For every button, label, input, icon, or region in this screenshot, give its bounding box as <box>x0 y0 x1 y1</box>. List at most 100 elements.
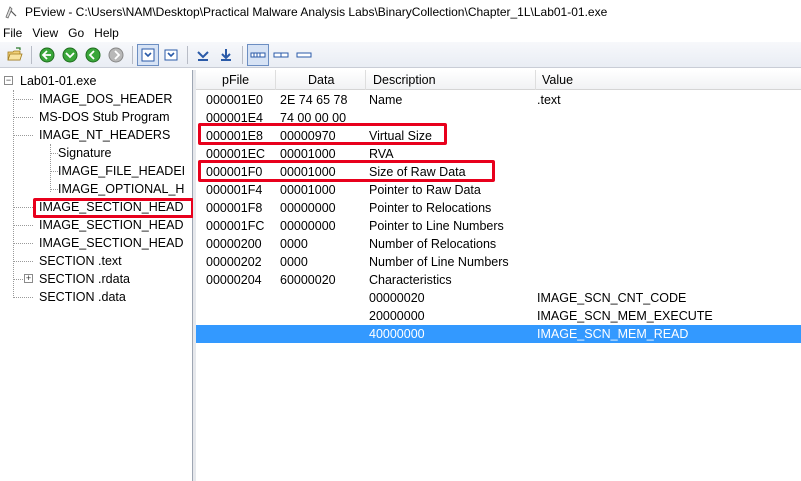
nav-next-icon[interactable] <box>215 44 237 66</box>
stop-icon[interactable] <box>105 44 127 66</box>
tree-connector <box>13 297 33 298</box>
cell-data: 00000000 <box>280 219 336 233</box>
menu-go[interactable]: Go <box>63 26 89 40</box>
cell-description: Number of Relocations <box>369 237 497 251</box>
toolbar-separator <box>31 45 32 64</box>
cell-description: Pointer to Relocations <box>369 201 492 215</box>
cell-data: 00001000 <box>280 183 336 197</box>
tree-item-dos-header[interactable]: IMAGE_DOS_HEADER <box>39 90 172 108</box>
column-header-value[interactable]: Value <box>536 70 801 90</box>
view-dwords-icon[interactable] <box>293 44 315 66</box>
cell-value: IMAGE_SCN_MEM_EXECUTE <box>537 309 713 323</box>
peview-app-icon <box>3 4 19 20</box>
cell-pfile: 00000200 <box>206 237 262 251</box>
cell-value: .text <box>537 93 561 107</box>
cell-description: Pointer to Line Numbers <box>369 219 504 233</box>
cell-description: Characteristics <box>369 273 452 287</box>
cell-description: 20000000 <box>369 309 425 323</box>
cell-description: Name <box>369 93 403 107</box>
tree-connector <box>13 99 33 100</box>
tree-item-signature[interactable]: Signature <box>58 144 112 162</box>
cell-pfile: 000001F4 <box>206 183 263 197</box>
window-title: PEview - C:\Users\NAM\Desktop\Practical … <box>25 5 608 19</box>
cell-pfile: 00000204 <box>206 273 262 287</box>
tree-connector <box>13 207 33 208</box>
toolbar-separator <box>132 45 133 64</box>
table-row[interactable]: 000001F8 00000000 Pointer to Relocations <box>196 199 801 217</box>
tree-connector <box>50 153 58 154</box>
tree-item-file-header[interactable]: IMAGE_FILE_HEADEI <box>58 162 192 180</box>
menu-help[interactable]: Help <box>89 26 124 40</box>
toolbar-separator <box>187 45 188 64</box>
tree-item-section-rdata[interactable]: SECTION .rdata <box>39 270 130 288</box>
toolbar-separator <box>242 45 243 64</box>
cell-value: IMAGE_SCN_MEM_READ <box>537 327 689 341</box>
table-row[interactable]: 20000000 IMAGE_SCN_MEM_EXECUTE <box>196 307 801 325</box>
cell-pfile: 00000202 <box>206 255 262 269</box>
cell-description: 00000020 <box>369 291 425 305</box>
menu-file[interactable]: File <box>0 26 27 40</box>
open-file-icon[interactable] <box>4 44 26 66</box>
view-words-icon[interactable] <box>270 44 292 66</box>
tree-connector <box>50 144 51 192</box>
table-row[interactable]: 40000000 IMAGE_SCN_MEM_READ <box>196 325 801 343</box>
tree-item-section-header-rdata[interactable]: IMAGE_SECTION_HEAD <box>39 216 191 234</box>
table-row[interactable]: 00000020 IMAGE_SCN_CNT_CODE <box>196 289 801 307</box>
tree-item-section-data[interactable]: SECTION .data <box>39 288 126 306</box>
nav-prev-icon[interactable] <box>192 44 214 66</box>
cell-pfile: 000001FC <box>206 219 265 233</box>
field-list: pFile Data Description Value 000001E0 2E … <box>196 70 801 481</box>
list-header: pFile Data Description Value <box>196 70 801 90</box>
menu-view[interactable]: View <box>27 26 63 40</box>
tree-item-section-text[interactable]: SECTION .text <box>39 252 122 270</box>
cell-data: 0000 <box>280 237 308 251</box>
tree-connector <box>13 225 33 226</box>
column-header-description[interactable]: Description <box>366 70 536 90</box>
cell-pfile: 000001E0 <box>206 93 264 107</box>
annotation-box-size-of-raw-data <box>198 160 495 182</box>
tree-item-optional-header[interactable]: IMAGE_OPTIONAL_H <box>58 180 192 198</box>
title-bar: PEview - C:\Users\NAM\Desktop\Practical … <box>0 0 801 24</box>
cell-data: 2E 74 65 78 <box>280 93 348 107</box>
cell-data: 60000020 <box>280 273 336 287</box>
column-header-pfile[interactable]: pFile <box>196 70 276 90</box>
table-row[interactable]: 00000200 0000 Number of Relocations <box>196 235 801 253</box>
tree-connector <box>50 189 58 190</box>
tree-connector <box>13 135 33 136</box>
view-bytes-icon[interactable] <box>247 43 269 66</box>
section-tree: − + Lab01-01.exe IMAGE_DOS_HEADER MS-DOS… <box>0 70 194 481</box>
back-icon[interactable] <box>36 44 58 66</box>
cell-description: Number of Line Numbers <box>369 255 509 269</box>
cell-data: 0000 <box>280 255 308 269</box>
table-row[interactable]: 000001F4 00001000 Pointer to Raw Data <box>196 181 801 199</box>
cell-description: Pointer to Raw Data <box>369 183 481 197</box>
view-value-icon[interactable] <box>160 44 182 66</box>
up-icon[interactable] <box>82 44 104 66</box>
tree-connector <box>50 171 58 172</box>
collapse-toggle-icon[interactable]: − <box>4 76 13 85</box>
column-header-data[interactable]: Data <box>276 70 366 90</box>
table-row[interactable]: 00000204 60000020 Characteristics <box>196 271 801 289</box>
cell-description: 40000000 <box>369 327 425 341</box>
forward-icon[interactable] <box>59 44 81 66</box>
tree-connector <box>13 117 33 118</box>
tree-item-section-header-data[interactable]: IMAGE_SECTION_HEAD <box>39 234 191 252</box>
annotation-box-section-header <box>33 198 194 218</box>
table-row[interactable]: 000001FC 00000000 Pointer to Line Numbers <box>196 217 801 235</box>
annotation-box-virtual-size <box>198 123 447 145</box>
tree-connector <box>13 90 14 298</box>
tree-connector <box>13 243 33 244</box>
expand-toggle-icon[interactable]: + <box>24 274 33 283</box>
view-hex-icon[interactable] <box>137 43 159 66</box>
cell-value: IMAGE_SCN_CNT_CODE <box>537 291 687 305</box>
tree-connector <box>13 261 33 262</box>
cell-data: 00000000 <box>280 201 336 215</box>
tree-root-file[interactable]: Lab01-01.exe <box>20 72 96 90</box>
menu-bar: File View Go Help <box>0 24 801 42</box>
tree-item-nt-headers[interactable]: IMAGE_NT_HEADERS <box>39 126 170 144</box>
table-row[interactable]: 000001E0 2E 74 65 78 Name .text <box>196 91 801 109</box>
cell-pfile: 000001F8 <box>206 201 263 215</box>
tree-item-dos-stub[interactable]: MS-DOS Stub Program <box>39 108 170 126</box>
table-row[interactable]: 00000202 0000 Number of Line Numbers <box>196 253 801 271</box>
peview-window: PEview - C:\Users\NAM\Desktop\Practical … <box>0 0 801 481</box>
